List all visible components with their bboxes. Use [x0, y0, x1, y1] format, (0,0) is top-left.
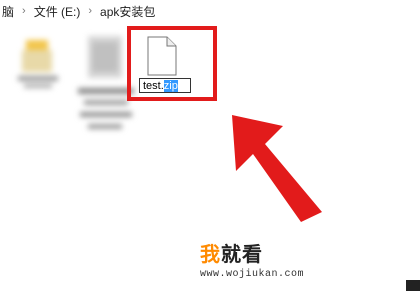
chevron-right-icon: ›: [22, 5, 26, 17]
blurred-file-icon[interactable]: [18, 40, 58, 92]
breadcrumb-item-folder[interactable]: apk安装包: [98, 3, 157, 20]
rename-text-base: test.: [143, 80, 164, 92]
file-icon[interactable]: [146, 36, 178, 76]
breadcrumb-item-drive[interactable]: 文件 (E:): [32, 3, 83, 20]
watermark-logo: 我就看 www.wojiukan.com: [200, 238, 350, 280]
blurred-file-icon[interactable]: [78, 36, 134, 136]
breadcrumb: 脑 › 文件 (E:) › apk安装包: [0, 0, 420, 22]
rename-input[interactable]: test.zip: [139, 78, 191, 93]
watermark-url: www.wojiukan.com: [200, 269, 305, 280]
corner-block: [406, 280, 420, 291]
chevron-right-icon: ›: [88, 5, 93, 17]
rename-text-selected: zip: [163, 80, 178, 92]
watermark-logo-text: 我就看: [200, 244, 263, 266]
breadcrumb-item-computer[interactable]: 脑: [0, 3, 16, 20]
